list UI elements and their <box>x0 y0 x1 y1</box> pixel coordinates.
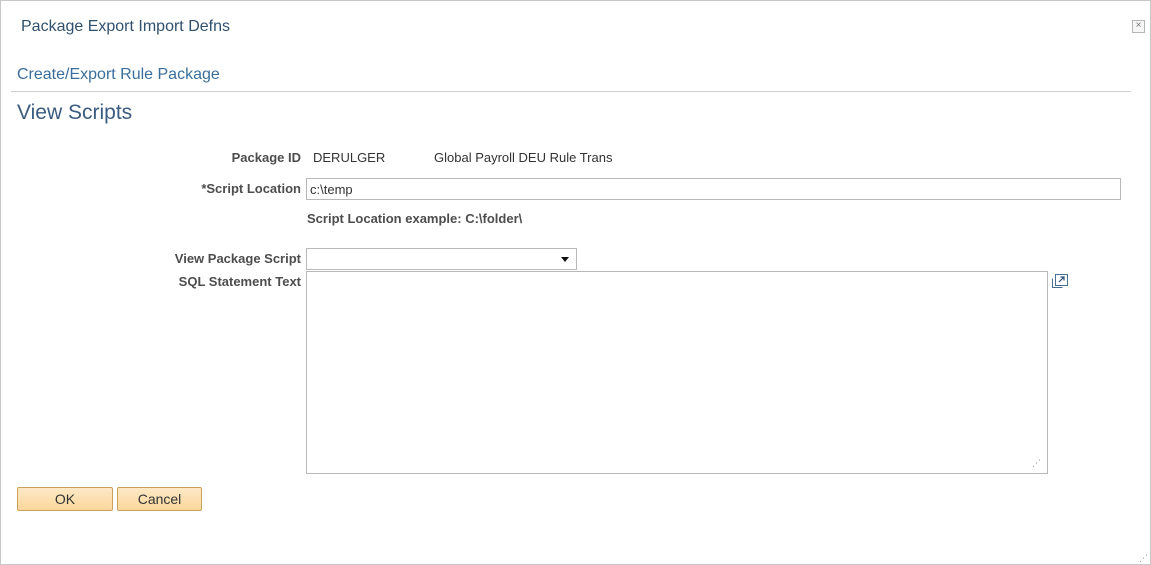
expand-icon[interactable] <box>1051 273 1069 289</box>
script-location-label: *Script Location <box>201 181 301 196</box>
page-heading: View Scripts <box>17 101 133 124</box>
window-resize-icon[interactable]: ⋰ <box>1139 554 1148 563</box>
script-location-hint: Script Location example: C:\folder\ <box>307 211 523 226</box>
ok-button[interactable]: OK <box>17 487 113 511</box>
view-package-script-label: View Package Script <box>174 251 301 266</box>
cancel-button[interactable]: Cancel <box>117 487 202 511</box>
modal-dialog: Package Export Import Defns × Create/Exp… <box>0 0 1151 565</box>
package-id-value: DERULGER <box>313 150 386 165</box>
modal-header: Package Export Import Defns × <box>1 1 1150 50</box>
resize-grip-icon[interactable]: ⋰ <box>1032 459 1041 468</box>
sql-statement-text-label: SQL Statement Text <box>178 274 301 289</box>
chevron-down-icon <box>561 257 569 262</box>
modal-title: Package Export Import Defns <box>21 18 230 35</box>
package-id-label: Package ID <box>231 150 301 165</box>
divider <box>11 91 1131 92</box>
view-package-script-select[interactable] <box>306 248 577 270</box>
close-icon: × <box>1135 20 1142 31</box>
close-button[interactable]: × <box>1132 20 1145 33</box>
page-subtitle: Create/Export Rule Package <box>17 66 220 83</box>
sql-statement-textarea[interactable] <box>306 271 1048 474</box>
script-location-input[interactable] <box>306 178 1121 200</box>
package-description: Global Payroll DEU Rule Trans <box>434 150 613 165</box>
